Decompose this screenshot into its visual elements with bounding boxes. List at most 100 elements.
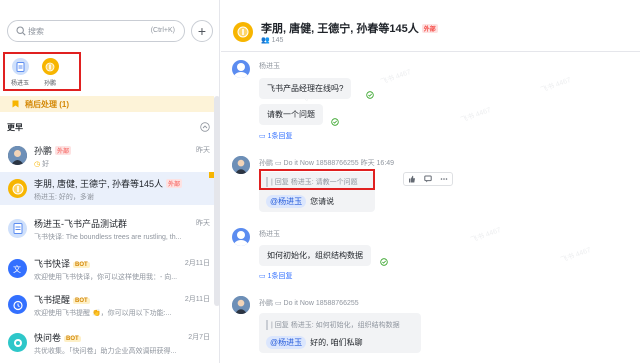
sender-avatar[interactable] [232, 60, 250, 78]
coin-icon [237, 26, 249, 38]
conversation-preview: 欢迎使用飞书快译，你可以这样使用我：- 向... [34, 274, 178, 281]
message-text-row: @杨进玉 好的, 咱们私聊 [266, 336, 363, 349]
pinned-shortcuts: 杨进玉 孙鹏 [3, 52, 81, 91]
reply-count-link[interactable]: ▭ 1条回复 [259, 271, 292, 281]
pinned-label: 孙鹏 [43, 81, 56, 87]
mention-chip[interactable]: @杨进玉 [266, 195, 307, 208]
person-photo-icon [232, 156, 250, 174]
message-text: 好的, 咱们私聊 [310, 338, 363, 347]
search-box[interactable]: (Ctrl+K) [7, 20, 185, 42]
avatar [8, 179, 27, 198]
doc-icon [13, 223, 22, 234]
conversation-preview: 欢迎使用飞书提醒 👏，你可以用以下功能:... [34, 310, 172, 317]
bot-tag: BOT [73, 298, 90, 304]
chat-title[interactable]: 李朋, 唐健, 王德宁, 孙春等145人 外部 [261, 20, 438, 36]
bot-tag: BOT [73, 262, 90, 268]
doc-icon [16, 61, 24, 72]
plus-icon: + [197, 23, 207, 39]
sender-name[interactable]: 孙鹏 [259, 160, 273, 167]
conversation-item-active[interactable]: 李朋, 唐健, 王德宁, 孙春等145人 外部 杨进玉: 好的，多谢 [0, 172, 214, 205]
sender-line: 孙鹏 ▭ Do it Now 18588766255 [259, 298, 359, 308]
message-bubble[interactable]: 如何初始化，组织结构数据 [259, 245, 371, 266]
svg-text:文: 文 [13, 264, 21, 274]
avatar [8, 146, 27, 165]
coin-icon [12, 183, 23, 194]
search-row: (Ctrl+K) + [7, 20, 213, 42]
watermark: 飞书 4467 [469, 226, 502, 245]
member-count[interactable]: 👥 145 [261, 36, 283, 44]
conversation-time: 2月11日 [184, 296, 210, 303]
quoted-reply[interactable]: | 回复 杨进玉: 请教一个问题 [266, 177, 358, 187]
sender-line: 孙鹏 ▭ Do it Now 18588766255 昨天 16:49 [259, 158, 394, 168]
avatar: 文 [8, 259, 27, 278]
conversation-item[interactable]: 快问卷 BOT 共优收集。「快问卷」助力企业高效调研获得... 2月7日 [0, 326, 214, 359]
pinned-item-yang[interactable]: 杨进玉 [5, 58, 35, 87]
survey-icon [13, 338, 22, 347]
group-avatar[interactable] [233, 22, 253, 42]
sidebar-scrollbar[interactable] [214, 96, 220, 306]
quoted-reply[interactable]: | 回复 杨进玉: 如何初始化，组织结构数据 [266, 320, 400, 330]
message-text: 您请说 [310, 197, 335, 206]
avatar [8, 333, 27, 352]
members-icon: 👥 [261, 37, 270, 44]
conversation-preview: 杨进玉: 好的，多谢 [34, 194, 94, 201]
more-icon[interactable] [439, 174, 449, 184]
avatar [8, 219, 27, 238]
conversation-time: 2月11日 [184, 260, 210, 267]
sender-name[interactable]: 杨进玉 [259, 61, 280, 71]
collapse-icon[interactable] [200, 122, 210, 132]
sender-name[interactable]: 杨进玉 [259, 229, 280, 239]
sender-meta: Do it Now 18588766255 [283, 300, 359, 307]
external-tag: 外部 [55, 146, 72, 155]
external-tag: 外部 [421, 24, 438, 33]
conversation-item[interactable]: 飞书提醒 BOT 欢迎使用飞书提醒 👏，你可以用以下功能:... 2月11日 [0, 288, 214, 321]
pinned-label: 杨进玉 [10, 81, 29, 87]
conversation-item[interactable]: 杨进玉-飞书产品测试群 飞书快译: The boundless trees ar… [0, 212, 214, 245]
status-icon: ▭ [274, 160, 282, 167]
conversation-preview: 共优收集。「快问卷」助力企业高效调研获得... [34, 348, 177, 355]
reply-icon: ▭ [259, 273, 266, 280]
add-button[interactable]: + [191, 20, 213, 42]
search-shortcut-hint: (Ctrl+K) [150, 27, 175, 34]
reply-count-link[interactable]: ▭ 1条回复 [259, 131, 292, 141]
chat-header: 李朋, 唐健, 王德宁, 孙春等145人 外部 👥 145 [221, 0, 640, 52]
conversation-name: 孙鹏 外部 [34, 146, 72, 156]
watermark: 飞书 4467 [539, 76, 572, 95]
search-input[interactable] [28, 24, 128, 38]
flag-icon [12, 100, 19, 108]
conversation-name: 快问卷 BOT [34, 333, 81, 343]
person-photo-icon [232, 296, 250, 314]
external-tag: 外部 [166, 179, 183, 188]
message-bubble[interactable]: 请教一个问题 [259, 104, 323, 125]
status-icon: ▭ [274, 300, 282, 307]
alarm-clock-icon [12, 300, 23, 310]
watermark: 飞书 4467 [379, 68, 412, 87]
search-icon [16, 26, 26, 36]
message-bubble[interactable]: 飞书产品经理在线吗? [259, 78, 352, 99]
person-photo-icon [8, 146, 27, 165]
reply-icon[interactable] [423, 174, 433, 184]
conversation-item[interactable]: 孙鹏 外部 ◷ 好 昨天 [0, 139, 214, 172]
conversation-time: 昨天 [196, 220, 210, 227]
sender-name[interactable]: 孙鹏 [259, 300, 273, 307]
sender-avatar[interactable] [232, 228, 250, 246]
avatar [41, 58, 59, 75]
avatar [8, 295, 27, 314]
conversation-name: 飞书提醒 BOT [34, 295, 90, 305]
translate-icon: 文 [13, 264, 21, 274]
reply-icon: ▭ [259, 133, 266, 140]
watermark: 飞书 4467 [459, 106, 492, 125]
conversation-preview: ◷ 好 [34, 161, 50, 168]
conversation-item[interactable]: 文 飞书快译 BOT 欢迎使用飞书快译，你可以这样使用我：- 向... 2月11日 [0, 252, 214, 285]
sender-avatar[interactable] [232, 156, 250, 174]
mention-chip[interactable]: @杨进玉 [266, 336, 307, 349]
pinned-item-sun[interactable]: 孙鹏 [35, 58, 65, 87]
conversation-time: 2月7日 [188, 334, 210, 341]
sender-meta: Do it Now 18588766255 昨天 16:49 [283, 160, 395, 167]
conversation-preview: 飞书快译: The boundless trees are rustling, … [34, 234, 182, 241]
sender-avatar[interactable] [232, 296, 250, 314]
later-section[interactable]: 稍后处理 (1) [0, 96, 214, 112]
thumbs-up-icon[interactable] [407, 174, 417, 184]
conversation-name: 飞书快译 BOT [34, 259, 90, 269]
watermark: 飞书 4467 [559, 246, 592, 265]
